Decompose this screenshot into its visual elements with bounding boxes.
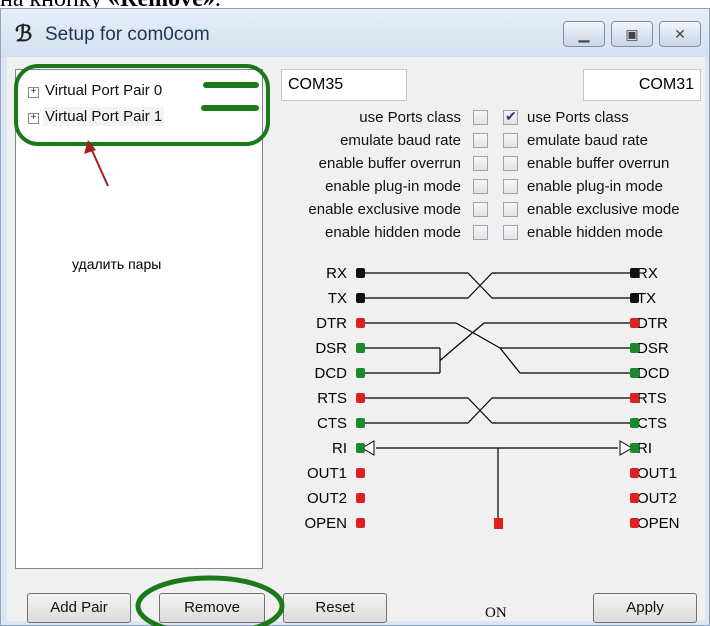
left-pin-marker[interactable] <box>356 268 365 278</box>
left-pin-marker[interactable] <box>356 393 365 403</box>
diagram-overlay <box>14 64 639 626</box>
left-pin-marker[interactable] <box>356 368 365 378</box>
right-pin-marker[interactable] <box>630 443 639 453</box>
left-pin-marker[interactable] <box>356 468 365 478</box>
right-pin-marker[interactable] <box>630 468 639 478</box>
on-pin-marker[interactable] <box>494 518 503 529</box>
right-pin-marker[interactable] <box>630 493 639 503</box>
right-pin-marker[interactable] <box>630 318 639 328</box>
right-pin-marker[interactable] <box>630 268 639 278</box>
wire <box>439 322 485 361</box>
left-pin-marker[interactable] <box>356 318 365 328</box>
left-pin-marker[interactable] <box>356 293 365 303</box>
left-pin-marker[interactable] <box>356 418 365 428</box>
left-pin-marker[interactable] <box>356 443 365 453</box>
wire <box>499 347 521 374</box>
remove-highlight-ellipse <box>135 575 285 626</box>
right-pin-marker[interactable] <box>630 368 639 378</box>
left-pin-marker[interactable] <box>356 343 365 353</box>
right-pin-marker[interactable] <box>630 343 639 353</box>
right-pin-marker[interactable] <box>630 293 639 303</box>
right-pin-marker[interactable] <box>630 518 639 528</box>
left-pin-marker[interactable] <box>356 518 365 528</box>
right-pin-marker[interactable] <box>630 418 639 428</box>
right-pin-marker[interactable] <box>630 393 639 403</box>
wire <box>455 322 501 349</box>
left-pin-marker[interactable] <box>356 493 365 503</box>
annotation-arrow <box>89 145 109 187</box>
